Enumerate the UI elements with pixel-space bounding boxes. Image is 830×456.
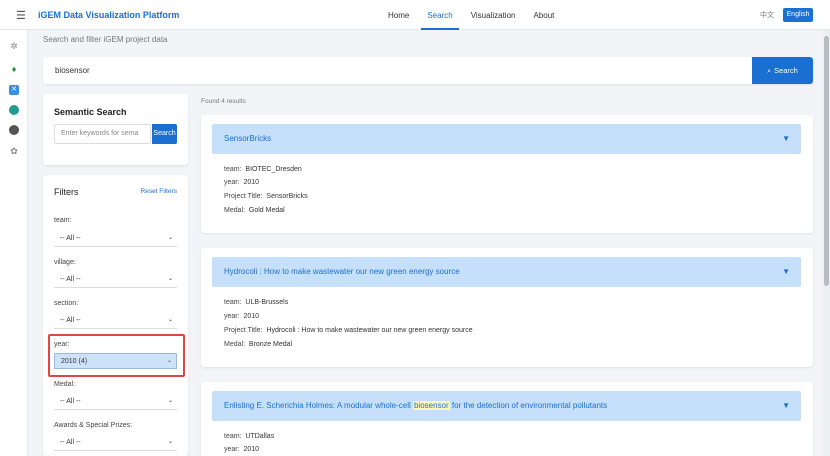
field-key: Medal: xyxy=(224,341,246,348)
result-header[interactable]: Enlisting E. Scherichia Holmes: A modula… xyxy=(212,391,801,421)
filters-title: Filters xyxy=(54,187,79,197)
search-button-label: Search xyxy=(774,66,798,75)
app-title[interactable]: iGEM Data Visualization Platform xyxy=(38,10,179,20)
year-filter-highlight xyxy=(48,334,185,377)
result-title-part: Enlisting E. Scherichia Holmes: A modula… xyxy=(224,401,411,410)
chevron-down-icon: ⌄ xyxy=(167,276,173,282)
filter-select-medal[interactable]: -- All -- ⌄ xyxy=(54,394,177,410)
caret-down-icon[interactable]: ▼ xyxy=(782,401,790,410)
nav-search[interactable]: Search xyxy=(421,0,459,30)
nav-visualization[interactable]: Visualization xyxy=(465,0,522,30)
result-title[interactable]: Enlisting E. Scherichia Holmes: A modula… xyxy=(224,401,607,410)
search-icon: ⌕ xyxy=(767,68,772,75)
share-icon[interactable]: ✕ xyxy=(9,85,19,95)
field-value: 2010 xyxy=(243,179,260,186)
chevron-down-icon: ⌄ xyxy=(167,317,173,323)
field-value: 2010 xyxy=(243,446,260,453)
result-card: Hydrocoli : How to make wastewater our n… xyxy=(201,248,813,367)
chevron-down-icon: ⌄ xyxy=(167,235,173,241)
globe-icon[interactable] xyxy=(9,105,19,115)
search-button[interactable]: ⌕ Search xyxy=(752,57,813,84)
reset-filters-link[interactable]: Reset Filters xyxy=(141,188,177,195)
filter-label-medal: Medal: xyxy=(54,381,76,388)
field-key: year: xyxy=(224,179,240,186)
result-field: year: 2010 xyxy=(224,313,259,320)
field-key: Medal: xyxy=(224,207,246,214)
result-header[interactable]: SensorBricks ▼ xyxy=(212,124,801,154)
search-input[interactable]: biosensor xyxy=(55,66,90,75)
top-navbar: ☰ iGEM Data Visualization Platform Home … xyxy=(0,0,830,30)
result-field: Project Title: SensorBricks xyxy=(224,193,308,200)
page-subtitle: Search and filter iGEM project data xyxy=(43,35,168,44)
icon-sidebar: ✲ ♦ ✕ ✿ xyxy=(0,30,28,456)
filter-label-village: village: xyxy=(54,259,76,266)
settings-icon[interactable]: ✿ xyxy=(9,146,19,156)
gear-icon[interactable]: ✲ xyxy=(9,41,19,51)
result-field: Medal: Bronze Medal xyxy=(224,341,292,348)
main-nav: Home Search Visualization About xyxy=(382,0,566,30)
semantic-search-button[interactable]: Search xyxy=(152,124,177,144)
field-key: Project Title: xyxy=(224,327,263,334)
semantic-search-title: Semantic Search xyxy=(54,107,127,117)
result-header[interactable]: Hydrocoli : How to make wastewater our n… xyxy=(212,257,801,287)
filter-select-awards[interactable]: -- All -- ⌄ xyxy=(54,435,177,451)
field-key: year: xyxy=(224,313,240,320)
result-title[interactable]: Hydrocoli : How to make wastewater our n… xyxy=(224,267,460,276)
nav-home[interactable]: Home xyxy=(382,0,415,30)
results-count: Found 4 results xyxy=(201,98,246,105)
leaf-icon[interactable]: ♦ xyxy=(9,64,19,74)
language-english-button[interactable]: English xyxy=(783,8,813,22)
result-field: team: BIOTEC_Dresden xyxy=(224,166,302,173)
menu-icon[interactable]: ☰ xyxy=(16,9,26,22)
search-term-highlight: biosensor xyxy=(412,401,450,410)
result-field: Medal: Gold Medal xyxy=(224,207,285,214)
result-title[interactable]: SensorBricks xyxy=(224,134,271,143)
chevron-down-icon: ⌄ xyxy=(167,439,173,445)
filter-select-team[interactable]: -- All -- ⌄ xyxy=(54,231,177,247)
semantic-search-input[interactable]: Enter keywords for sema xyxy=(54,124,151,144)
search-bar: biosensor ⌕ Search xyxy=(43,57,813,84)
nav-about[interactable]: About xyxy=(527,0,560,30)
filter-value-medal: -- All -- xyxy=(60,398,81,405)
field-key: Project Title: xyxy=(224,193,263,200)
result-title-part: for the detection of environmental pollu… xyxy=(451,401,608,410)
field-key: team: xyxy=(224,299,242,306)
filter-value-team: -- All -- xyxy=(60,235,81,242)
filter-value-village: -- All -- xyxy=(60,276,81,283)
field-key: year: xyxy=(224,446,240,453)
field-value: UTDallas xyxy=(245,433,275,440)
result-field: year: 2010 xyxy=(224,179,259,186)
field-key: team: xyxy=(224,433,242,440)
filter-label-awards: Awards & Special Prizes: xyxy=(54,422,133,429)
chevron-down-icon: ⌄ xyxy=(167,398,173,404)
scrollbar-thumb[interactable] xyxy=(824,36,829,286)
result-field: team: ULB-Brussels xyxy=(224,299,288,306)
filters-card: Filters Reset Filters team: -- All -- ⌄ v… xyxy=(43,175,188,456)
result-card: Enlisting E. Scherichia Holmes: A modula… xyxy=(201,382,813,456)
result-field: year: 2010 xyxy=(224,446,259,453)
field-value: Hydrocoli : How to make wastewater our n… xyxy=(266,327,473,334)
result-field: team: UTDallas xyxy=(224,433,274,440)
filter-label-section: section: xyxy=(54,300,79,307)
field-value: Gold Medal xyxy=(248,207,285,214)
filter-select-village[interactable]: -- All -- ⌄ xyxy=(54,272,177,288)
field-value: BIOTEC_Dresden xyxy=(245,166,302,173)
field-value: ULB-Brussels xyxy=(245,299,289,306)
result-field: Project Title: Hydrocoli : How to make w… xyxy=(224,327,473,334)
filter-value-awards: -- All -- xyxy=(60,439,81,446)
caret-down-icon[interactable]: ▼ xyxy=(782,134,790,143)
filter-value-section: -- All -- xyxy=(60,317,81,324)
field-value: Bronze Medal xyxy=(248,341,293,348)
result-card: SensorBricks ▼ team: BIOTEC_Dresden year… xyxy=(201,115,813,233)
filter-label-team: team: xyxy=(54,217,72,224)
field-key: team: xyxy=(224,166,242,173)
semantic-search-card: Semantic Search Enter keywords for sema … xyxy=(43,94,188,165)
filter-select-section[interactable]: -- All -- ⌄ xyxy=(54,313,177,329)
user-icon[interactable] xyxy=(9,125,19,135)
field-value: 2010 xyxy=(243,313,260,320)
language-chinese-button[interactable]: 中文 xyxy=(760,10,774,20)
field-value: SensorBricks xyxy=(266,193,308,200)
caret-down-icon[interactable]: ▼ xyxy=(782,267,790,276)
